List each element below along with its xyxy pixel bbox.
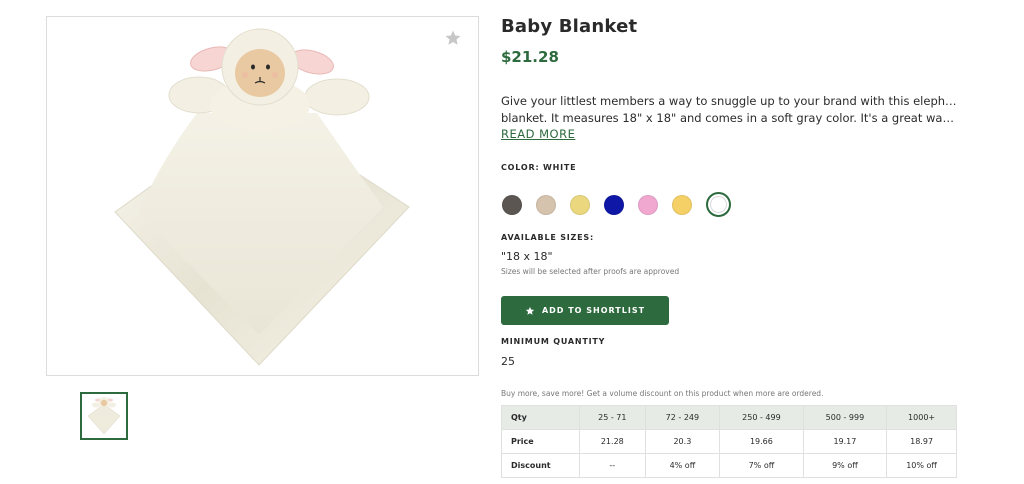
swatch-pink[interactable] xyxy=(638,194,658,215)
star-icon xyxy=(525,306,535,316)
table-header-row: Qty 25 - 71 72 - 249 250 - 499 500 - 999… xyxy=(501,405,957,430)
swatch-white-selected[interactable] xyxy=(706,192,731,217)
table-cell: 4% off xyxy=(644,453,721,478)
size-note: Sizes will be selected after proofs are … xyxy=(501,267,680,276)
table-cell: 9% off xyxy=(802,453,888,478)
favorite-star-icon[interactable] xyxy=(444,29,462,47)
table-cell: 250 - 499 xyxy=(719,405,804,430)
table-cell: 25 - 71 xyxy=(579,405,646,430)
product-thumbnail[interactable] xyxy=(80,392,128,440)
table-cell: Discount xyxy=(501,453,580,478)
table-cell: 20.3 xyxy=(644,429,721,454)
minimum-quantity-value: 25 xyxy=(501,355,515,368)
swatch-light-yellow[interactable] xyxy=(570,194,590,215)
table-cell: Qty xyxy=(501,405,580,430)
table-row: Price 21.28 20.3 19.66 19.17 18.97 xyxy=(501,429,957,454)
swatch-tan[interactable] xyxy=(536,194,556,215)
product-price: $21.28 xyxy=(501,48,559,66)
table-cell: 18.97 xyxy=(886,429,957,454)
swatch-navy[interactable] xyxy=(604,194,624,215)
color-swatches xyxy=(502,192,745,217)
sizes-label: AVAILABLE SIZES: xyxy=(501,233,594,242)
volume-discount-note: Buy more, save more! Get a volume discou… xyxy=(501,389,824,398)
minimum-quantity-label: MINIMUM QUANTITY xyxy=(501,337,606,346)
product-title: Baby Blanket xyxy=(501,16,638,37)
table-cell: 72 - 249 xyxy=(644,405,721,430)
product-image-panel xyxy=(46,16,479,376)
table-cell: 10% off xyxy=(886,453,957,478)
read-more-link[interactable]: READ MORE xyxy=(501,127,575,141)
volume-pricing-table: Qty 25 - 71 72 - 249 250 - 499 500 - 999… xyxy=(501,405,957,478)
color-label: COLOR: WHITE xyxy=(501,163,577,172)
lamb-blanket-image xyxy=(114,28,410,366)
swatch-yellow[interactable] xyxy=(672,194,692,215)
table-cell: -- xyxy=(579,453,646,478)
thumbnail-image xyxy=(87,397,121,435)
table-cell: 21.28 xyxy=(579,429,646,454)
table-row: Discount -- 4% off 7% off 9% off 10% off xyxy=(501,453,957,478)
size-value: "18 x 18" xyxy=(501,250,553,263)
table-cell: 7% off xyxy=(719,453,804,478)
description-line: blanket. It measures 18" x 18" and comes… xyxy=(501,111,959,125)
add-to-shortlist-button[interactable]: ADD TO SHORTLIST xyxy=(501,296,669,325)
table-cell: Price xyxy=(501,429,580,454)
table-cell: 19.17 xyxy=(802,429,888,454)
product-description: Give your littlest members a way to snug… xyxy=(501,93,959,127)
table-cell: 1000+ xyxy=(886,405,957,430)
table-cell: 19.66 xyxy=(719,429,804,454)
table-cell: 500 - 999 xyxy=(802,405,888,430)
swatch-charcoal[interactable] xyxy=(502,194,522,215)
description-line: Give your littlest members a way to snug… xyxy=(501,94,959,108)
shortlist-label: ADD TO SHORTLIST xyxy=(541,306,646,315)
